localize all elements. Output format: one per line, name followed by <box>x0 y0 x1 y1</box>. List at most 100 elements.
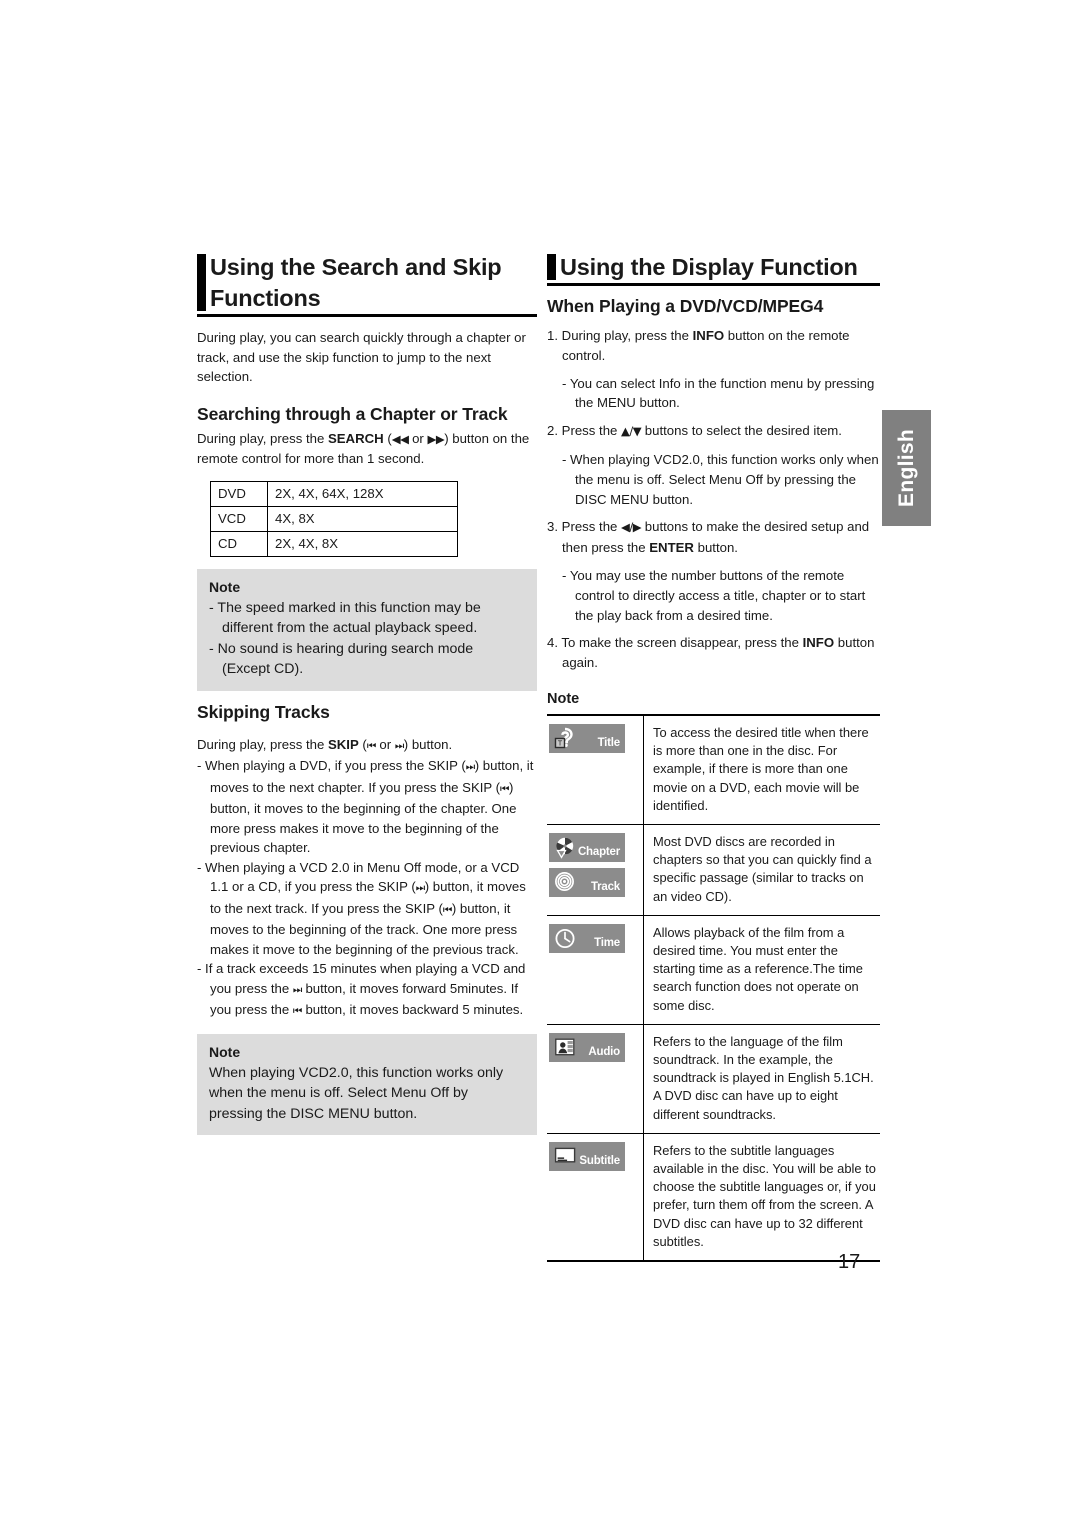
section-heading-search-skip: Using the Search and Skip Functions <box>197 252 537 317</box>
skip-forward-icon: ⏭ <box>465 761 475 773</box>
list-item: 1. During play, press the INFO button on… <box>547 326 880 366</box>
left-right-arrows-icon: ◀/▶ <box>621 520 642 535</box>
icon-description: Refers to the language of the film sound… <box>643 1024 880 1134</box>
icon-cell: Chapter Track <box>547 824 644 916</box>
speed-format-vcd: VCD <box>210 505 268 532</box>
icon-cell: T Title <box>547 714 644 825</box>
text-fragment: Press the <box>558 423 622 439</box>
track-icon <box>554 871 577 894</box>
searching-instruction: During play, press the SEARCH (◀◀ or ▶▶)… <box>197 429 537 469</box>
time-icon <box>554 927 577 950</box>
skip-back-icon: ⏮ <box>442 903 452 916</box>
icon-cell: Time <box>547 915 644 1025</box>
title-icon: T <box>554 727 577 750</box>
page-title: Using the Search and Skip Functions <box>210 254 502 311</box>
icon-cell: Subtitle <box>547 1133 644 1262</box>
text-fragment: Press the <box>558 519 622 535</box>
table-row: Audio Refers to the language of the film… <box>547 1024 880 1134</box>
svg-text:T: T <box>558 739 563 748</box>
audio-icon <box>554 1036 577 1059</box>
badge-label: Subtitle <box>579 1154 620 1167</box>
skip-forward-icon: ⏭ <box>394 739 404 752</box>
info-button-label: INFO <box>802 635 835 651</box>
rewind-icon: ◀◀ <box>391 431 409 446</box>
badge-label: Track <box>590 880 620 893</box>
icon-description: Most DVD discs are recorded in chapters … <box>643 824 880 916</box>
subsection-title-searching: Searching through a Chapter or Track <box>197 403 508 424</box>
table-row: Chapter Track Most DVD discs are recorde… <box>547 824 880 916</box>
icon-cell: Audio <box>547 1024 644 1134</box>
time-badge: Time <box>549 923 625 953</box>
language-tab-label: English <box>894 429 918 507</box>
step-number: 3. <box>547 519 558 535</box>
text-fragment: ( <box>383 430 392 446</box>
table-row: CD 2X, 4X, 8X <box>210 530 458 557</box>
icon-description: Allows playback of the film from a desir… <box>643 915 880 1025</box>
table-row: Time Allows playback of the film from a … <box>547 915 880 1025</box>
list-item: - When playing a DVD, if you press the S… <box>197 756 537 858</box>
note-title: Note <box>209 1043 241 1060</box>
step-number: 4. <box>547 635 558 651</box>
step-number: 1. <box>547 328 558 343</box>
chapter-badge: Chapter <box>549 832 625 862</box>
page-number: 17 <box>838 1251 861 1273</box>
text-fragment: To make the screen disappear, press the <box>558 635 803 651</box>
text-fragment: - When playing a DVD, if you press the S… <box>197 758 466 773</box>
table-row: T Title To access the desired title when… <box>547 714 880 825</box>
text-fragment: or <box>408 430 428 446</box>
speed-format-dvd: DVD <box>210 480 268 507</box>
subsection-title-when-playing: When Playing a DVD/VCD/MPEG4 <box>547 296 824 316</box>
list-item: 4. To make the screen disappear, press t… <box>547 633 880 673</box>
audio-badge: Audio <box>549 1032 625 1062</box>
fast-forward-icon: ▶▶ <box>427 431 445 446</box>
step-number: 2. <box>547 423 558 439</box>
manual-page: Using the Search and Skip Functions Duri… <box>0 0 1080 1528</box>
right-column: Using the Display Function When Playing … <box>547 252 880 1263</box>
list-item: - You can select Info in the function me… <box>562 375 875 411</box>
search-button-label: SEARCH <box>327 430 384 446</box>
badge-label: Audio <box>588 1045 620 1058</box>
track-badge: Track <box>549 867 625 897</box>
chapter-icon <box>554 836 577 859</box>
skipping-lead: During play, press the SKIP (⏮ or ⏭) but… <box>197 735 537 757</box>
skip-forward-icon: ⏭ <box>292 983 302 996</box>
skip-forward-icon: ⏭ <box>415 882 425 894</box>
skip-button-label: SKIP <box>327 736 359 752</box>
speed-format-cd: CD <box>210 530 268 557</box>
search-speed-table: DVD 2X, 4X, 64X, 128X VCD 4X, 8X CD 2X, … <box>210 480 458 557</box>
table-row: DVD 2X, 4X, 64X, 128X <box>210 480 458 507</box>
display-steps-list: 1. During play, press the INFO button on… <box>547 326 880 673</box>
list-item: - When playing VCD2.0, this function wor… <box>562 451 879 507</box>
list-item: - You may use the number buttons of the … <box>562 567 866 623</box>
text-fragment: or <box>375 736 395 752</box>
note-line: - No sound is hearing during search mode… <box>209 640 474 678</box>
text-fragment: ) button. <box>403 736 453 752</box>
display-icon-table: T Title To access the desired title when… <box>547 713 880 1263</box>
note-line: - The speed marked in this function may … <box>209 599 481 637</box>
text-fragment: During play, press the <box>558 328 693 343</box>
page-title-secondary: Using the Display Function <box>560 254 858 280</box>
list-item: - If a track exceeds 15 minutes when pla… <box>197 959 537 1022</box>
subsection-title-skipping: Skipping Tracks <box>197 701 330 722</box>
speed-values-dvd: 2X, 4X, 64X, 128X <box>267 480 458 507</box>
note-title: Note <box>547 690 580 707</box>
list-item: 3. Press the ◀/▶ buttons to make the des… <box>547 517 880 558</box>
skip-back-icon: ⏮ <box>292 1005 302 1017</box>
note-title: Note <box>209 578 241 595</box>
text-fragment: buttons to select the desired item. <box>641 423 842 439</box>
text-fragment: button, it moves backward 5 minutes. <box>301 1002 524 1017</box>
speed-values-vcd: 4X, 8X <box>267 505 458 532</box>
left-column: Using the Search and Skip Functions Duri… <box>197 252 537 1145</box>
list-item: 2. Press the ▲/▼ buttons to select the d… <box>547 421 880 442</box>
note-line: When playing VCD2.0, this function works… <box>209 1064 504 1122</box>
text-fragment: ( <box>358 736 367 752</box>
text-fragment: button. <box>693 540 738 556</box>
subtitle-icon <box>554 1145 577 1168</box>
subtitle-badge: Subtitle <box>549 1141 625 1171</box>
badge-label: Title <box>597 736 621 749</box>
badge-label: Time <box>594 936 620 949</box>
table-row: VCD 4X, 8X <box>210 505 458 532</box>
skipping-bullet-list: - When playing a DVD, if you press the S… <box>197 756 537 1022</box>
title-badge: T Title <box>549 723 625 753</box>
up-down-arrows-icon: ▲/▼ <box>621 424 642 439</box>
